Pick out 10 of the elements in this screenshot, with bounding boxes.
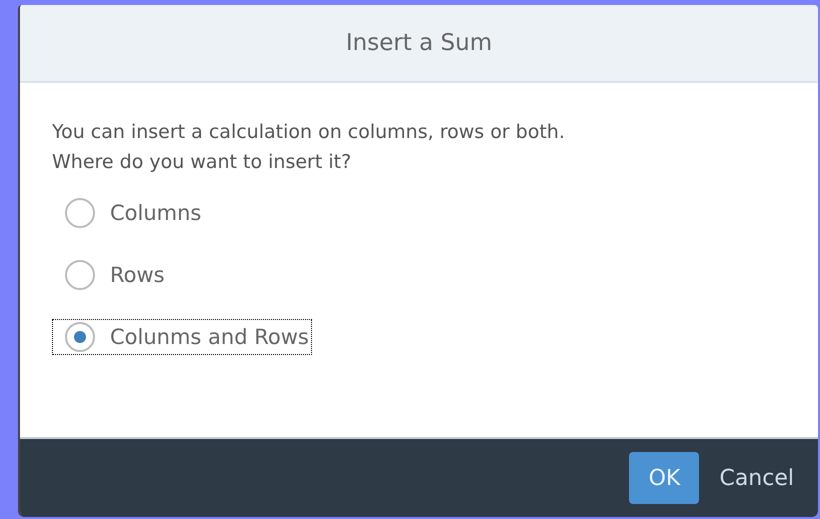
dialog-title: Insert a Sum <box>346 30 492 56</box>
radio-button[interactable] <box>65 322 95 352</box>
radio-option[interactable]: Colunms and Rows <box>52 319 312 355</box>
radio-button[interactable] <box>65 260 95 290</box>
dialog-message: You can insert a calculation on columns, rows or both. Where do you want to insert it? <box>52 120 566 175</box>
cancel-button[interactable]: Cancel <box>713 452 800 504</box>
radio-option[interactable]: Rows <box>52 257 168 293</box>
radio-button[interactable] <box>65 198 95 228</box>
ok-button[interactable]: OK <box>629 452 700 504</box>
radio-option[interactable]: Columns <box>52 195 204 231</box>
